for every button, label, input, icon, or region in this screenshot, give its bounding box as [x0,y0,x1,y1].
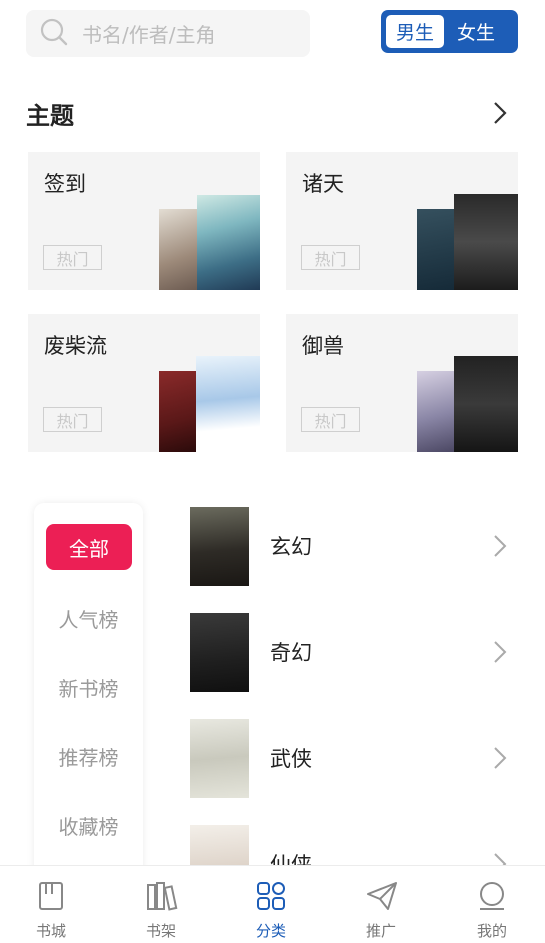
nav-label: 书城 [35,922,66,940]
category-row-xuanhuan[interactable]: 玄幻 [190,507,520,587]
nav-item-bookstore[interactable]: 书城 [11,866,91,943]
hot-tag: 热门 [43,407,102,432]
category-cover [190,613,249,692]
gender-male-tab[interactable]: 男生 [386,15,444,48]
category-cover [190,719,249,798]
gender-female-tab[interactable]: 女生 [444,15,508,48]
rank-item-favorites[interactable]: 收藏榜 [34,811,143,840]
chevron-right-icon [492,640,508,668]
theme-card-yushou[interactable]: 御兽 热门 [286,314,518,452]
nav-label: 书架 [145,922,176,940]
nav-item-promote[interactable]: 推广 [341,866,421,943]
search-placeholder: 书名/作者/主角 [82,23,216,47]
paper-plane-icon [367,882,397,910]
category-row-wuxia[interactable]: 武侠 [190,719,520,799]
nav-item-category[interactable]: 分类 [231,866,311,943]
category-cover [190,507,249,586]
theme-card-qiandao[interactable]: 签到 热门 [28,152,260,290]
theme-card-name: 废柴流 [44,334,107,358]
category-name: 武侠 [270,747,312,771]
bottom-nav: 书城 书架 分类 推广 我的 [0,865,545,943]
book-cover-front [454,356,518,452]
book-cover-back [417,209,457,290]
nav-label: 推广 [365,922,396,940]
book-cover-back [417,371,457,452]
rank-item-all[interactable]: 全部 [46,524,132,570]
rank-menu: 全部 人气榜 新书榜 推荐榜 收藏榜 [34,503,143,883]
book-cover-back [159,371,199,452]
bookshelf-icon [147,882,178,911]
theme-card-feichailiu[interactable]: 废柴流 热门 [28,314,260,452]
hot-tag: 热门 [301,407,360,432]
gender-toggle[interactable]: 男生 女生 [381,10,518,53]
rank-item-recommend[interactable]: 推荐榜 [34,742,143,771]
book-cover-front [196,356,260,452]
chevron-right-icon [492,534,508,562]
theme-card-zhutian[interactable]: 诸天 热门 [286,152,518,290]
category-name: 玄幻 [270,535,312,559]
book-cover-front [197,195,260,290]
themes-more-chevron-icon[interactable] [490,100,510,130]
book-icon [39,882,63,910]
category-row-qihuan[interactable]: 奇幻 [190,613,520,693]
chevron-right-icon [492,746,508,774]
rank-item-new[interactable]: 新书榜 [34,673,143,702]
nav-label: 我的 [476,922,507,940]
hot-tag: 热门 [43,245,102,270]
theme-card-name: 御兽 [302,334,344,358]
book-cover-back [159,209,199,290]
profile-icon [480,882,504,910]
search-bar[interactable]: 书名/作者/主角 [26,10,310,57]
book-cover-front [454,194,518,290]
themes-title: 主题 [26,102,74,130]
search-icon [26,18,68,50]
nav-item-mine[interactable]: 我的 [452,866,532,943]
theme-card-name: 诸天 [302,172,344,196]
category-page: 书名/作者/主角 男生 女生 主题 签到 热门 诸天 热门 废柴流 热门 御兽 … [0,0,545,943]
category-name: 奇幻 [270,641,312,665]
rank-item-popular[interactable]: 人气榜 [34,604,143,633]
theme-card-name: 签到 [44,172,86,196]
nav-item-bookshelf[interactable]: 书架 [121,866,201,943]
category-grid-icon [257,882,285,910]
nav-label: 分类 [255,922,286,940]
hot-tag: 热门 [301,245,360,270]
